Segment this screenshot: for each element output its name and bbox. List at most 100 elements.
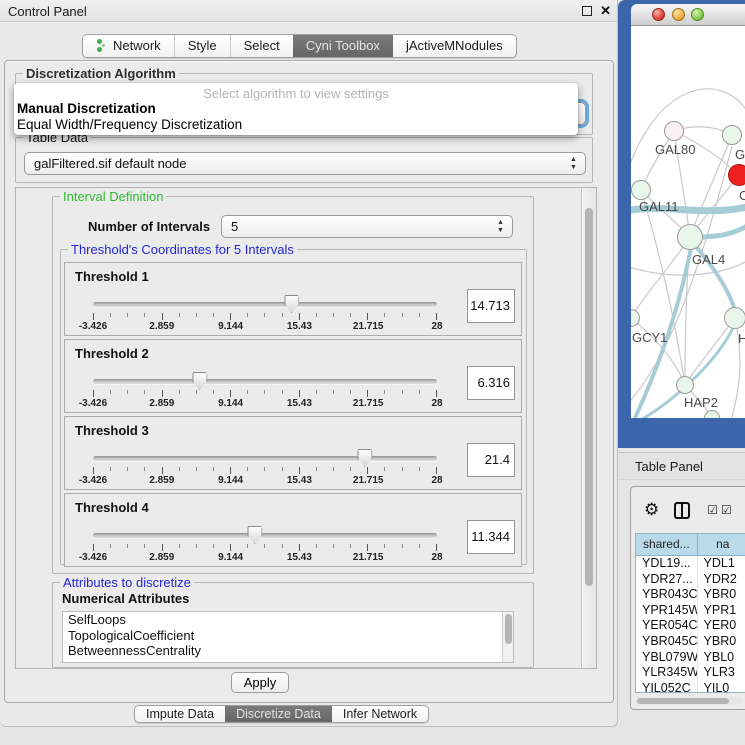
network-node-gal11[interactable] [631, 180, 651, 200]
tab-impute-data[interactable]: Impute Data [135, 706, 225, 722]
threshold-panel: Threshold 3 -3.4262.8599.14415.4321.7152… [64, 416, 522, 490]
interval-definition-title: Interval Definition [60, 189, 166, 204]
slider-thumb[interactable] [284, 295, 299, 313]
apply-button[interactable]: Apply [231, 672, 289, 693]
threshold-value[interactable]: 11.344 [467, 520, 515, 554]
table-cell: YER054C [636, 618, 698, 634]
split-view-icon[interactable] [674, 502, 690, 519]
slider-track[interactable] [93, 379, 437, 384]
table-row[interactable]: YBR045CYBR0 [636, 634, 745, 650]
column-header[interactable]: shared... [636, 534, 698, 556]
close-icon[interactable]: ✕ [600, 5, 611, 16]
network-node-h[interactable] [724, 307, 745, 329]
table-horizontal-scrollbar[interactable] [635, 697, 743, 705]
popup-option-manual[interactable]: Manual Discretization [14, 101, 578, 117]
thresholds-group: Threshold's Coordinates for 5 Intervals … [60, 249, 527, 565]
slider-tick-labels: -3.4262.8599.14415.4321.71528 [93, 398, 437, 411]
threshold-slider[interactable]: -3.4262.8599.14415.4321.71528 [93, 522, 437, 566]
popup-placeholder: Select algorithm to view settings [14, 83, 578, 101]
table-data-select[interactable]: galFiltered.sif default node ▲▼ [24, 152, 586, 175]
scrollbar-thumb[interactable] [585, 208, 593, 586]
attributes-list-scrollbar[interactable] [502, 612, 513, 662]
tick-label: 21.715 [353, 321, 384, 332]
table-data-group: Table Data galFiltered.sif default node … [15, 137, 593, 183]
slider-ticks [93, 313, 437, 320]
table-row[interactable]: YBL079WYBL0 [636, 650, 745, 666]
column-header[interactable]: na [698, 534, 745, 556]
close-traffic-light-icon[interactable] [652, 8, 665, 21]
threshold-slider[interactable]: -3.4262.8599.14415.4321.71528 [93, 368, 437, 412]
tick-label: 21.715 [353, 398, 384, 409]
threshold-value[interactable]: 14.713 [467, 289, 515, 323]
slider-thumb[interactable] [357, 449, 372, 467]
zoom-traffic-light-icon[interactable] [691, 8, 704, 21]
tab-style[interactable]: Style [174, 35, 230, 57]
tab-network[interactable]: Network [83, 35, 174, 57]
tick-label: 2.859 [149, 321, 174, 332]
network-node-ga[interactable] [722, 125, 742, 145]
num-intervals-value: 5 [231, 219, 238, 234]
threshold-value[interactable]: 21.4 [467, 443, 515, 477]
network-canvas[interactable]: GAL80GACGAL11GAL4GCY1HHAP2 [631, 26, 745, 418]
tab-cyni-toolbox[interactable]: Cyni Toolbox [293, 35, 393, 57]
slider-track[interactable] [93, 302, 437, 307]
table-cell: YBR045C [636, 634, 698, 650]
tab-jactivemnodules[interactable]: jActiveMNodules [393, 35, 516, 57]
network-node-gal4[interactable] [677, 224, 703, 250]
threshold-slider[interactable]: -3.4262.8599.14415.4321.71528 [93, 291, 437, 335]
table-row[interactable]: YLR345WYLR3 [636, 665, 745, 681]
node-label: GAL80 [655, 142, 695, 157]
node-table[interactable]: shared...na YDL19...YDL1YDR27...YDR2YBR0… [635, 533, 745, 693]
threshold-panel: Threshold 4 -3.4262.8599.14415.4321.7152… [64, 493, 522, 567]
threshold-panel: Threshold 2 -3.4262.8599.14415.4321.7152… [64, 339, 522, 413]
network-node-c[interactable] [728, 164, 745, 186]
table-cell: YBR0 [698, 634, 745, 650]
attribute-item[interactable]: TopologicalCoefficient [63, 628, 513, 644]
attributes-group-title: Attributes to discretize [60, 575, 194, 590]
float-window-icon[interactable] [582, 6, 592, 16]
tab-label: Infer Network [343, 706, 417, 722]
table-rows: YDL19...YDL1YDR27...YDR2YBR043CYBR0YPR14… [636, 556, 745, 693]
tab-discretize-data[interactable]: Discretize Data [225, 706, 332, 722]
threshold-label: Threshold 3 [75, 423, 149, 438]
algorithm-popup: Select algorithm to view settings Manual… [14, 83, 578, 135]
tick-label: -3.426 [79, 552, 107, 563]
table-row[interactable]: YDL19...YDL1 [636, 556, 745, 572]
threshold-slider[interactable]: -3.4262.8599.14415.4321.71528 [93, 445, 437, 489]
slider-track[interactable] [93, 533, 437, 538]
slider-track[interactable] [93, 456, 437, 461]
checkbox-icon[interactable]: ☑ [721, 504, 732, 516]
slider-tick-labels: -3.4262.8599.14415.4321.71528 [93, 552, 437, 565]
network-node-gal80[interactable] [664, 121, 684, 141]
network-titlebar [631, 4, 745, 26]
node-label: HAP2 [684, 395, 718, 410]
attribute-item[interactable]: BetweennessCentrality [63, 643, 513, 659]
table-row[interactable]: YBR043CYBR0 [636, 587, 745, 603]
attribute-item[interactable]: SelfLoops [63, 612, 513, 628]
network-node-hap2[interactable] [676, 376, 694, 394]
slider-thumb[interactable] [192, 372, 207, 390]
table-row[interactable]: YDR27...YDR2 [636, 572, 745, 588]
tab-select[interactable]: Select [230, 35, 293, 57]
popup-option-equal-width[interactable]: Equal Width/Frequency Discretization [14, 117, 578, 133]
tick-label: 21.715 [353, 475, 384, 486]
tab-infer-network[interactable]: Infer Network [332, 706, 428, 722]
tick-label: 28 [431, 321, 442, 332]
tick-label: 15.43 [287, 321, 312, 332]
table-cell: YIL052C [636, 681, 698, 693]
table-row[interactable]: YPR145WYPR1 [636, 603, 745, 619]
table-row[interactable]: YER054CYER0 [636, 618, 745, 634]
vertical-scrollbar[interactable] [581, 188, 596, 668]
table-cell: YBL079W [636, 650, 698, 666]
checkbox-icon[interactable]: ☑ [707, 504, 718, 516]
slider-thumb[interactable] [247, 526, 262, 544]
table-row[interactable]: YIL052CYIL0 [636, 681, 745, 693]
slider-ticks [93, 390, 437, 397]
tick-label: 15.43 [287, 398, 312, 409]
threshold-value[interactable]: 6.316 [467, 366, 515, 400]
node-label: GAL11 [639, 199, 679, 214]
gear-icon[interactable]: ⚙ [644, 501, 659, 519]
minimize-traffic-light-icon[interactable] [672, 8, 685, 21]
num-intervals-select[interactable]: 5 ▲▼ [221, 215, 513, 238]
attributes-list[interactable]: SelfLoopsTopologicalCoefficientBetweenne… [62, 611, 514, 663]
